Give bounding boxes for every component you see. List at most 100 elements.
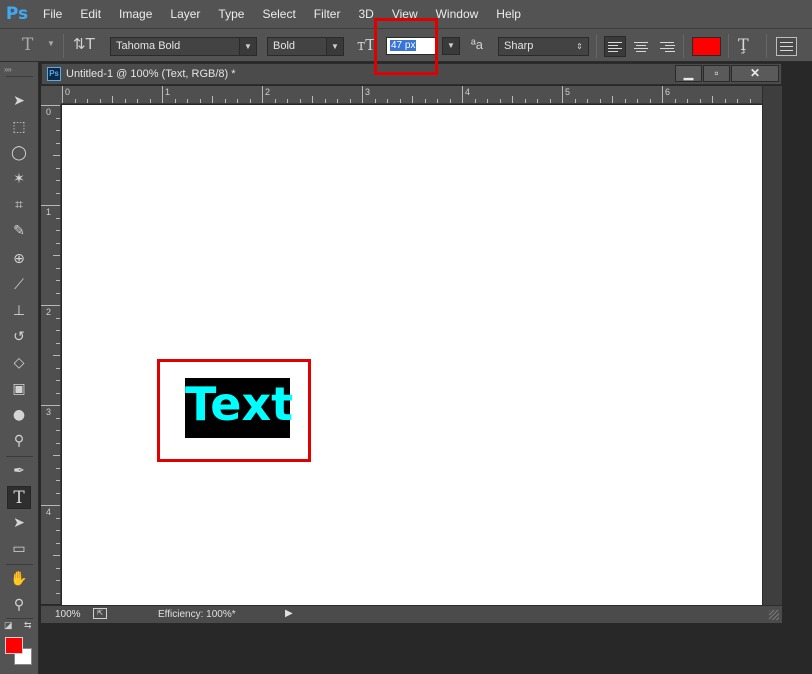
menu-image[interactable]: Image xyxy=(110,0,161,28)
ruler-label: 4 xyxy=(465,87,471,97)
ruler-origin[interactable] xyxy=(41,86,61,104)
default-colors-icon[interactable]: ◪ xyxy=(4,620,13,631)
document-title: Untitled-1 @ 100% (Text, RGB/8) * xyxy=(66,68,236,80)
ruler-tick xyxy=(56,118,60,119)
photoshop-logo: Ps xyxy=(5,4,29,24)
menu-layer[interactable]: Layer xyxy=(161,0,209,28)
align-left-button[interactable] xyxy=(604,36,626,57)
menu-help[interactable]: Help xyxy=(487,0,530,28)
move-tool-icon[interactable]: ➤ xyxy=(7,90,31,113)
chevron-down-icon[interactable]: ▼ xyxy=(47,39,55,48)
clone-stamp-tool-icon[interactable]: ⊥ xyxy=(7,300,31,323)
ruler-tick xyxy=(56,443,60,444)
brush-tool-icon[interactable]: ⟋ xyxy=(7,274,31,297)
divider xyxy=(766,34,767,58)
font-family-dropdown[interactable]: Tahoma Bold ▼ xyxy=(110,37,257,56)
blur-tool-icon[interactable]: ● xyxy=(7,404,31,427)
ruler-tick xyxy=(425,99,426,103)
hand-tool-icon[interactable]: ✋ xyxy=(7,568,31,591)
character-panel-button[interactable] xyxy=(776,37,797,56)
menu-filter[interactable]: Filter xyxy=(305,0,350,28)
history-brush-tool-icon[interactable]: ↺ xyxy=(7,326,31,349)
ruler-tick xyxy=(56,280,60,281)
status-menu-arrow-icon[interactable]: ▶ xyxy=(285,608,293,619)
vertical-ruler[interactable]: 0 1 2 3 4 xyxy=(41,104,61,604)
path-selection-tool-icon[interactable]: ➤ xyxy=(7,512,31,535)
canvas[interactable]: Text xyxy=(62,105,762,605)
type-tool-icon[interactable]: T xyxy=(7,486,31,509)
status-bar: 100% ⇱ Efficiency: 100%* ▶ xyxy=(41,605,782,623)
share-icon[interactable]: ⇱ xyxy=(93,608,107,619)
menu-file[interactable]: File xyxy=(34,0,71,28)
ruler-tick xyxy=(53,455,60,456)
ruler-tick xyxy=(53,555,60,556)
ruler-tick xyxy=(700,99,701,103)
ruler-tick xyxy=(437,99,438,103)
ruler-tick xyxy=(162,86,163,103)
ruler-tick xyxy=(550,99,551,103)
eyedropper-tool-icon[interactable]: ✎ xyxy=(7,220,31,243)
eraser-tool-icon[interactable]: ◇ xyxy=(7,352,31,375)
ruler-tick xyxy=(650,99,651,103)
lasso-tool-icon[interactable]: ◯ xyxy=(7,142,31,165)
vertical-scrollbar[interactable] xyxy=(762,86,782,605)
gradient-tool-icon[interactable]: ▣ xyxy=(7,378,31,401)
warp-text-icon[interactable]: Ţ xyxy=(738,35,749,54)
ruler-tick xyxy=(56,543,60,544)
swap-colors-icon[interactable]: ⇆ xyxy=(24,620,32,631)
ruler-tick xyxy=(56,518,60,519)
ruler-tick xyxy=(587,99,588,103)
workspace-background xyxy=(782,63,812,674)
ruler-tick xyxy=(56,493,60,494)
ruler-tick xyxy=(350,99,351,103)
minimize-button[interactable]: ▁ xyxy=(675,65,702,82)
menu-select[interactable]: Select xyxy=(253,0,304,28)
rectangle-tool-icon[interactable]: ▭ xyxy=(7,538,31,561)
magic-wand-tool-icon[interactable]: ✶ xyxy=(7,168,31,191)
collapse-arrows-icon[interactable]: »» xyxy=(4,65,12,74)
ruler-tick xyxy=(56,268,60,269)
ruler-tick xyxy=(662,86,663,103)
pen-tool-icon[interactable]: ✒ xyxy=(7,460,31,483)
zoom-tool-icon[interactable]: ⚲ xyxy=(7,594,31,617)
divider xyxy=(596,34,597,58)
close-button[interactable]: ✕ xyxy=(731,65,779,82)
font-style-dropdown[interactable]: Bold ▼ xyxy=(267,37,344,56)
ruler-tick xyxy=(56,330,60,331)
ruler-tick xyxy=(187,99,188,103)
ruler-tick xyxy=(41,505,60,506)
menu-edit[interactable]: Edit xyxy=(71,0,110,28)
marquee-tool-icon[interactable]: ⬚ xyxy=(7,116,31,139)
foreground-color-swatch[interactable] xyxy=(5,637,23,654)
ruler-tick xyxy=(475,99,476,103)
healing-brush-tool-icon[interactable]: ⊕ xyxy=(7,248,31,271)
ruler-label: 4 xyxy=(46,507,52,517)
ruler-tick xyxy=(325,99,326,103)
font-family-value: Tahoma Bold xyxy=(116,40,181,52)
font-size-dropdown-button[interactable]: ▼ xyxy=(442,37,460,55)
anti-alias-dropdown[interactable]: Sharp ⇕ xyxy=(498,37,589,56)
menu-type[interactable]: Type xyxy=(209,0,253,28)
ruler-tick xyxy=(212,96,213,103)
divider xyxy=(6,76,33,77)
align-center-button[interactable] xyxy=(630,36,652,57)
crop-tool-icon[interactable]: ⌗ xyxy=(7,194,31,217)
ruler-tick xyxy=(337,99,338,103)
resize-grip-icon[interactable] xyxy=(769,610,779,620)
restore-button[interactable]: ▫ xyxy=(703,65,730,82)
zoom-level[interactable]: 100% xyxy=(55,609,81,620)
type-tool-preset-icon[interactable]: T xyxy=(22,35,33,55)
align-right-button[interactable] xyxy=(656,36,678,57)
font-size-highlight-box xyxy=(374,18,438,75)
text-color-swatch[interactable] xyxy=(692,37,721,56)
ruler-tick xyxy=(56,293,60,294)
horizontal-ruler[interactable]: 0 1 2 3 4 5 6 xyxy=(61,86,762,104)
ruler-label: 3 xyxy=(365,87,371,97)
text-orientation-icon[interactable]: ⇅T xyxy=(73,35,95,53)
ruler-tick xyxy=(412,96,413,103)
document-ps-icon: Ps xyxy=(47,67,61,81)
toolbox: »» ➤ ⬚ ◯ ✶ ⌗ ✎ ⊕ ⟋ ⊥ ↺ ◇ ▣ ● ⚲ ✒ T ➤ ▭ ✋… xyxy=(0,62,39,674)
dodge-tool-icon[interactable]: ⚲ xyxy=(7,430,31,453)
ruler-tick xyxy=(56,480,60,481)
ruler-tick xyxy=(56,393,60,394)
